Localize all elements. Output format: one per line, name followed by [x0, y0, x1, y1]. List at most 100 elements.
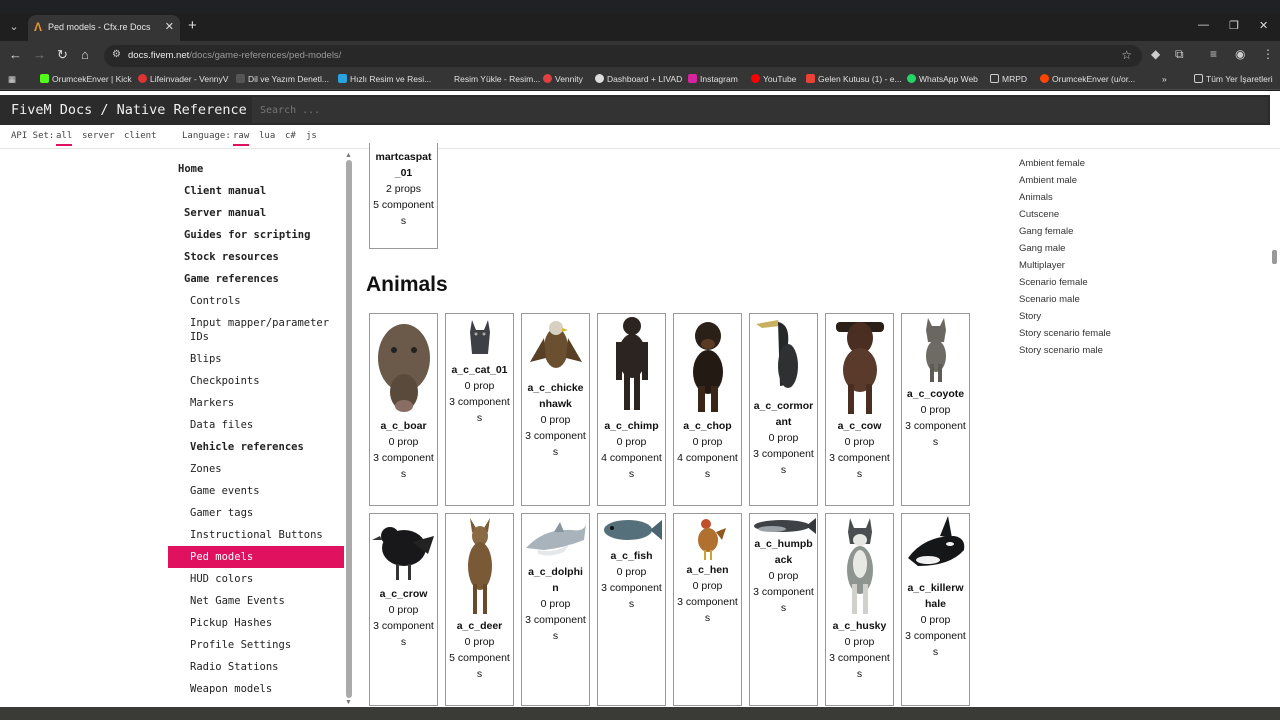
bookmark-item[interactable]: Vennity — [543, 74, 583, 84]
api-option-client[interactable]: client — [124, 131, 157, 141]
bookmark-item[interactable]: WhatsApp Web — [907, 74, 978, 84]
sidebar-item-weapon-models[interactable]: Weapon models — [190, 682, 366, 696]
sidebar-item-vehicle-references[interactable]: Vehicle references — [190, 440, 366, 454]
ped-card[interactable]: a_c_coyote 0 prop 3 components — [901, 313, 970, 506]
toc-item[interactable]: Gang female — [1019, 226, 1073, 237]
api-option-all[interactable]: all — [56, 131, 73, 146]
sidebar-item-guides[interactable]: Guides for scripting — [184, 228, 360, 242]
bookmark-folder[interactable]: MRPD — [990, 74, 1027, 84]
sidebar-scrollbar[interactable]: ▲ ▼ — [344, 152, 354, 706]
bookmark-item[interactable]: OrumcekEnver | Kick — [40, 74, 132, 84]
extension-icon[interactable]: ◆ — [1151, 47, 1160, 61]
avatar[interactable]: ◉ — [1235, 47, 1245, 61]
reload-icon[interactable]: ↻ — [57, 47, 68, 63]
ped-card[interactable]: a_c_killerwhale 0 prop 3 components — [901, 513, 970, 706]
sidebar-item-checkpoints[interactable]: Checkpoints — [190, 374, 366, 388]
lang-option-csharp[interactable]: c# — [285, 131, 296, 141]
toc-item[interactable]: Scenario female — [1019, 277, 1088, 288]
home-icon[interactable]: ⌂ — [81, 47, 89, 62]
api-option-server[interactable]: server — [82, 131, 115, 141]
toc-item[interactable]: Cutscene — [1019, 209, 1059, 220]
window-close-icon[interactable]: ✕ — [1259, 19, 1268, 32]
all-bookmarks-folder[interactable]: Tüm Yer İşaretleri — [1194, 74, 1273, 84]
lang-option-lua[interactable]: lua — [259, 131, 275, 141]
ped-card[interactable]: a_c_chop 0 prop 4 components — [673, 313, 742, 506]
sidebar-item-game-references[interactable]: Game references — [184, 272, 360, 286]
sidebar-item-radio-stations[interactable]: Radio Stations — [190, 660, 366, 674]
toc-item[interactable]: Story — [1019, 311, 1041, 322]
close-icon[interactable]: ✕ — [165, 20, 174, 33]
sidebar-item-game-events[interactable]: Game events — [190, 484, 366, 498]
ped-card[interactable]: a_c_hen 0 prop 3 components — [673, 513, 742, 706]
ped-card[interactable]: a_c_cormorant 0 prop 3 components — [749, 313, 818, 506]
toc-item[interactable]: Animals — [1019, 192, 1053, 203]
tab-search-icon[interactable]: ⌄ — [6, 19, 22, 35]
ped-card[interactable]: a_c_chickenhawk 0 prop 3 components — [521, 313, 590, 506]
sidebar-item-server-manual[interactable]: Server manual — [184, 206, 360, 220]
lang-option-raw[interactable]: raw — [233, 131, 250, 146]
sidebar-item-input-mapper[interactable]: Input mapper/parameter IDs — [190, 316, 340, 344]
toc-item[interactable]: Ambient female — [1019, 158, 1085, 169]
toc-item[interactable]: Scenario male — [1019, 294, 1080, 305]
sidebar-item-controls[interactable]: Controls — [190, 294, 366, 308]
restore-icon[interactable]: ❐ — [1229, 19, 1239, 32]
sidebar-item-net-game-events[interactable]: Net Game Events — [190, 594, 366, 608]
extensions-puzzle-icon[interactable]: ⧉ — [1175, 47, 1184, 62]
ped-card[interactable]: a_c_chimp 0 prop 4 components — [597, 313, 666, 506]
ped-card[interactable]: a_c_boar 0 prop 3 components — [369, 313, 438, 506]
bookmark-item[interactable]: Gelen Kutusu (1) - e... — [806, 74, 902, 84]
bookmark-item[interactable]: Dil ve Yazım Denetl... — [236, 74, 329, 84]
search-input[interactable] — [258, 101, 1248, 119]
ped-card[interactable]: a_c_cow 0 prop 3 components — [825, 313, 894, 506]
bookmark-item[interactable]: Dashboard + LIVAD — [595, 74, 682, 84]
ped-card[interactable]: a_c_dolphin 0 prop 3 components — [521, 513, 590, 706]
bookmark-item[interactable]: Lifeinvader - VennyV — [138, 74, 228, 84]
forward-icon[interactable]: → — [33, 47, 46, 62]
bookmark-star-icon[interactable]: ☆ — [1121, 48, 1132, 62]
ped-card[interactable]: a_c_cat_01 0 prop 3 components — [445, 313, 514, 506]
sidebar-item-profile-settings[interactable]: Profile Settings — [190, 638, 366, 652]
sidebar-item-stock-resources[interactable]: Stock resources — [184, 250, 360, 264]
toc-item[interactable]: Story scenario female — [1019, 328, 1111, 339]
sidebar-item-gamer-tags[interactable]: Gamer tags — [190, 506, 366, 520]
sidebar-item-client-manual[interactable]: Client manual — [184, 184, 360, 198]
page-scrollbar-thumb[interactable] — [1272, 250, 1277, 264]
back-icon[interactable]: ← — [9, 47, 22, 62]
bookmark-item[interactable]: OrumcekEnver (u/or... — [1040, 74, 1135, 84]
sidebar-item-home[interactable]: Home — [178, 162, 354, 176]
bookmark-item[interactable]: Hızlı Resim ve Resi... — [338, 74, 431, 84]
media-control-icon[interactable]: ≡ — [1210, 47, 1217, 61]
toc-item[interactable]: Story scenario male — [1019, 345, 1103, 356]
scroll-up-icon[interactable]: ▲ — [345, 152, 352, 159]
sidebar-item-blips[interactable]: Blips — [190, 352, 366, 366]
ped-card[interactable]: a_c_humpback 0 prop 3 components — [749, 513, 818, 706]
lang-option-js[interactable]: js — [306, 131, 317, 141]
minimize-icon[interactable]: — — [1198, 19, 1209, 31]
ped-card[interactable]: a_c_crow 0 prop 3 components — [369, 513, 438, 706]
toc-item[interactable]: Multiplayer — [1019, 260, 1065, 271]
new-tab-icon[interactable]: + — [188, 17, 197, 34]
site-info-icon[interactable]: ⚙ — [112, 49, 121, 60]
bookmark-item[interactable]: Instagram — [688, 74, 738, 84]
toc-item[interactable]: Ambient male — [1019, 175, 1077, 186]
sidebar-item-pickup-hashes[interactable]: Pickup Hashes — [190, 616, 366, 630]
ped-card[interactable]: a_c_deer 0 prop 5 components — [445, 513, 514, 706]
apps-grid-icon[interactable]: ▦ — [8, 74, 16, 85]
ped-card[interactable]: a_c_fish 0 prop 3 components — [597, 513, 666, 706]
bookmark-item[interactable]: Resim Yükle - Resim... — [442, 74, 540, 84]
browser-tab[interactable]: Λ Ped models - Cfx.re Docs ✕ — [28, 15, 180, 41]
menu-icon[interactable]: ⋮ — [1262, 47, 1274, 61]
sidebar-item-instructional-buttons[interactable]: Instructional Buttons — [190, 528, 366, 542]
sidebar-item-ped-models[interactable]: Ped models — [168, 546, 344, 568]
scrollbar-thumb[interactable] — [346, 160, 352, 698]
toc-item[interactable]: Gang male — [1019, 243, 1065, 254]
more-bookmarks-icon[interactable]: » — [1162, 74, 1167, 84]
site-brand[interactable]: FiveM Docs / Native Reference — [11, 102, 247, 118]
ped-card[interactable]: a_c_husky 0 prop 3 components — [825, 513, 894, 706]
scroll-down-icon[interactable]: ▼ — [345, 699, 352, 706]
bookmark-item[interactable]: YouTube — [751, 74, 796, 84]
sidebar-item-zones[interactable]: Zones — [190, 462, 366, 476]
address-bar[interactable]: ⚙ docs.fivem.net/docs/game-references/pe… — [104, 45, 1142, 67]
sidebar-item-data-files[interactable]: Data files — [190, 418, 366, 432]
sidebar-item-hud-colors[interactable]: HUD colors — [190, 572, 366, 586]
